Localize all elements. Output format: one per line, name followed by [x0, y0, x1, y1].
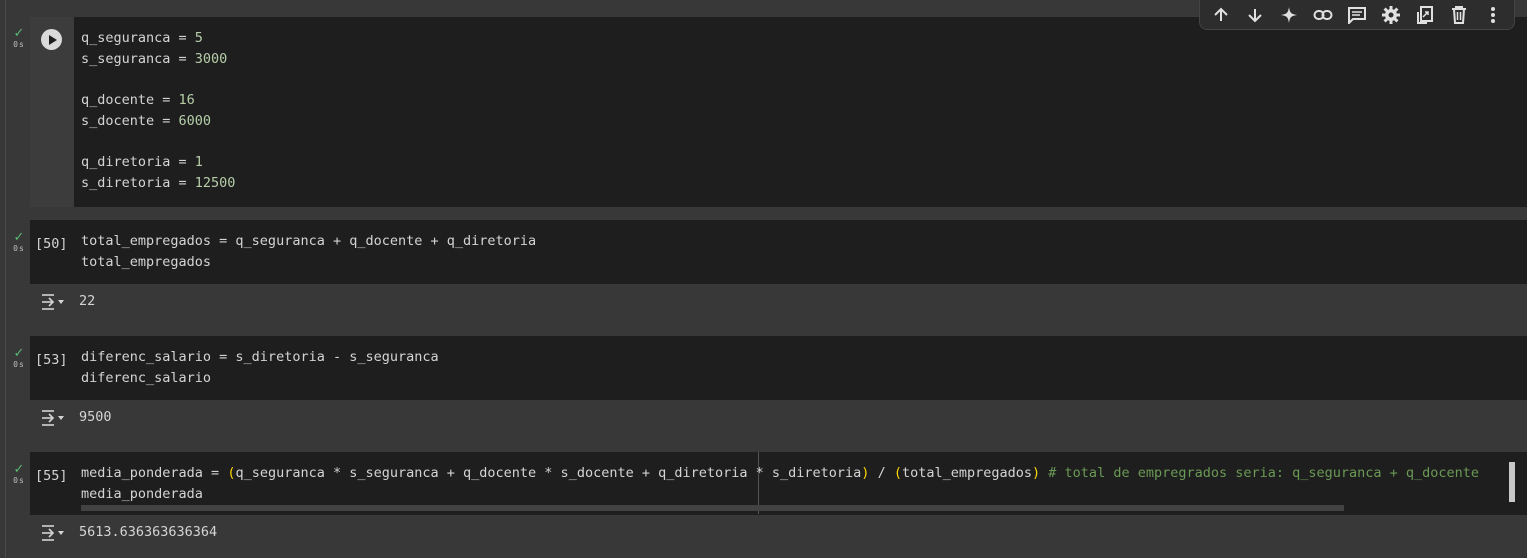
cell-settings-button[interactable]: [1379, 3, 1403, 27]
code-line: q_docente = 16: [81, 90, 235, 111]
success-check-icon: ✓: [13, 26, 25, 41]
success-check-icon: ✓: [13, 346, 25, 361]
code-token: s_docente =: [81, 112, 179, 129]
output-toggle-icon[interactable]: [40, 408, 66, 428]
more-vert-icon: [1491, 6, 1495, 23]
code-token: 12500: [194, 174, 236, 191]
exec-time: 0s: [13, 360, 25, 369]
code-token: 5: [194, 30, 203, 46]
code-line: s_seguranca = 3000: [81, 49, 235, 70]
success-check-icon: ✓: [13, 462, 25, 477]
delete-cell-button[interactable]: [1447, 3, 1471, 27]
mirror-cell-icon: [1417, 5, 1433, 24]
code-token: (: [893, 465, 902, 481]
run-gutter: [30, 17, 74, 207]
cell-status: ✓ 0s: [10, 26, 28, 50]
code-line: s_docente = 6000: [81, 111, 235, 132]
code-editor[interactable]: total_empregados = q_seguranca + q_docen…: [81, 231, 536, 272]
horizontal-scrollbar[interactable]: [81, 505, 1344, 511]
exec-time: 0s: [13, 244, 25, 253]
code-token: s_diretoria =: [81, 174, 195, 191]
code-token: total_empregados = q_seguranca + q_docen…: [81, 233, 537, 249]
success-check-icon: ✓: [13, 230, 25, 245]
code-token: media_ponderada: [81, 485, 203, 502]
output-text: 9500: [79, 409, 112, 425]
trash-icon: [1452, 5, 1466, 24]
code-editor[interactable]: q_seguranca = 5 s_seguranca = 3000 q_docen…: [81, 28, 235, 194]
code-line: q_diretoria = 1: [81, 152, 235, 173]
run-cell-button[interactable]: [41, 29, 62, 50]
code-line: total_empregados: [81, 252, 536, 273]
code-token: q_seguranca * s_seguranca + q_docente * …: [235, 465, 862, 481]
more-options-button[interactable]: [1481, 3, 1505, 27]
gear-icon: [1382, 5, 1400, 24]
code-line: diferenc_salario = s_diretoria - s_segur…: [81, 347, 439, 368]
move-up-button[interactable]: [1209, 3, 1233, 27]
mirror-cell-button[interactable]: [1413, 3, 1437, 27]
exec-time: 0s: [13, 476, 25, 485]
move-down-button[interactable]: [1243, 3, 1267, 27]
exec-time: 0s: [13, 40, 25, 49]
output-area: 5613.636363636364: [30, 515, 1527, 558]
code-token: 3000: [194, 50, 228, 67]
output-area: 22: [30, 284, 1527, 322]
output-text: 22: [79, 293, 96, 309]
code-token: q_seguranca =: [81, 30, 195, 46]
code-editor[interactable]: media_ponderada = ( q_seguranca * s_segur…: [81, 463, 1509, 504]
add-comment-button[interactable]: [1345, 3, 1369, 27]
output-area: 9500: [30, 400, 1527, 438]
cell-status: ✓ 0s: [10, 346, 28, 370]
code-editor[interactable]: diferenc_salario = s_diretoria - s_segur…: [81, 347, 439, 388]
ai-generate-button[interactable]: [1277, 3, 1301, 27]
code-line: diferenc_salario: [81, 368, 439, 389]
code-line: media_ponderada = ( q_seguranca * s_segur…: [81, 463, 1509, 484]
code-token: diferenc_salario: [81, 369, 212, 386]
output-toggle-icon[interactable]: [40, 523, 66, 543]
link-icon: [1313, 9, 1333, 20]
code-token: q_diretoria =: [81, 154, 195, 171]
code-token: 6000: [178, 112, 212, 129]
code-token: total_empregados: [901, 465, 1033, 481]
code-token: diferenc_salario = s_diretoria - s_segur…: [81, 349, 439, 365]
play-icon: [48, 34, 57, 45]
output-toggle-icon[interactable]: [40, 292, 66, 312]
execution-count: [55]: [35, 468, 68, 484]
notebook-left-border: [5, 0, 6, 558]
sparkle-icon: [1281, 6, 1297, 23]
code-token: 1: [194, 154, 203, 171]
cell-status: ✓ 0s: [10, 230, 28, 254]
code-line: q_seguranca = 5: [81, 28, 235, 49]
code-token: total_empregados: [81, 253, 212, 270]
code-token: media_ponderada =: [81, 465, 228, 481]
code-cell-53[interactable]: [53] diferenc_salario = s_diretoria - s_…: [30, 336, 1527, 400]
code-token: # total de empregrados seria: q_seguranc…: [1048, 465, 1480, 481]
code-line: media_ponderada: [81, 484, 1509, 505]
arrow-down-icon: [1248, 8, 1262, 22]
code-token: ): [1032, 465, 1041, 481]
code-token: s_seguranca =: [81, 50, 195, 67]
code-cell-55[interactable]: [55] media_ponderada = ( q_seguranca * s_…: [30, 452, 1527, 515]
copy-link-button[interactable]: [1311, 3, 1335, 27]
arrow-up-icon: [1214, 7, 1228, 21]
code-token: /: [869, 465, 894, 481]
cell-status: ✓ 0s: [10, 462, 28, 486]
code-line: s_diretoria = 12500: [81, 173, 235, 194]
execution-count: [50]: [35, 236, 68, 252]
code-token: 16: [178, 92, 195, 109]
code-cell-50[interactable]: [50] total_empregados = q_seguranca + q_…: [30, 220, 1527, 284]
output-text: 5613.636363636364: [79, 524, 218, 540]
cell-toolbar: [1199, 0, 1515, 30]
code-token: q_docente =: [81, 92, 179, 109]
code-cell-1[interactable]: q_seguranca = 5 s_seguranca = 3000 q_docen…: [30, 17, 1527, 207]
execution-count: [53]: [35, 352, 68, 368]
vertical-scrollbar[interactable]: [1509, 462, 1515, 502]
comment-icon: [1348, 6, 1366, 24]
code-line: total_empregados = q_seguranca + q_docen…: [81, 231, 536, 252]
